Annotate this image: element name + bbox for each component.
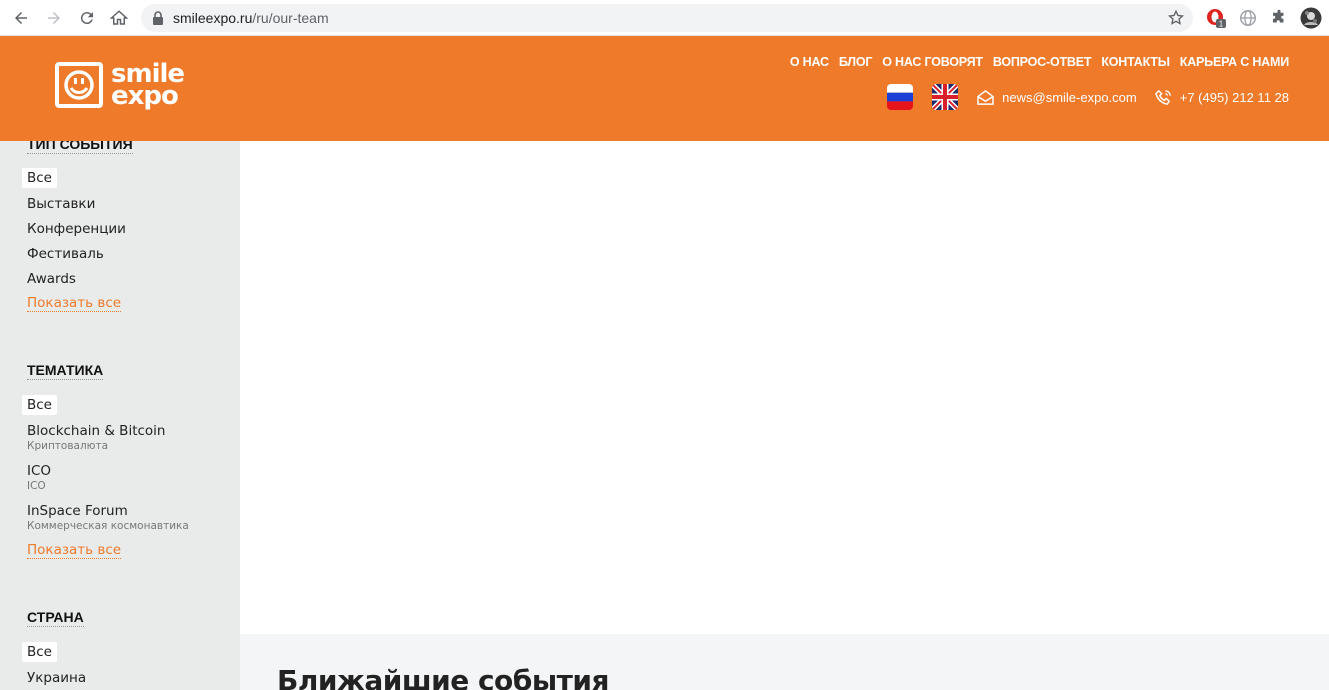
address-bar[interactable]: smileexpo.ru/ru/our-team bbox=[141, 4, 1193, 32]
forward-icon[interactable] bbox=[42, 6, 66, 30]
smiley-icon bbox=[55, 62, 103, 108]
phone-link[interactable]: +7 (495) 212 11 28 bbox=[1154, 89, 1289, 106]
russian-flag-icon[interactable] bbox=[887, 84, 914, 110]
filter-theme-blockchain-sub: Криптовалюта bbox=[27, 440, 109, 452]
filter-theme-blockchain[interactable]: Blockchain & Bitcoin bbox=[27, 423, 165, 439]
filter-title-theme: ТЕМАТИКА bbox=[27, 362, 104, 380]
nav-blog[interactable]: БЛОГ bbox=[839, 55, 873, 69]
upcoming-events-title: Ближайшие события bbox=[277, 664, 609, 690]
top-navigation: О НАС БЛОГ О НАС ГОВОРЯТ ВОПРОС-ОТВЕТ КО… bbox=[790, 55, 1289, 69]
main-content bbox=[240, 141, 1329, 690]
uk-flag-icon[interactable] bbox=[932, 84, 959, 110]
lock-icon bbox=[153, 11, 163, 25]
filter-type-all[interactable]: Все bbox=[22, 168, 57, 188]
filter-type-conferences[interactable]: Конференции bbox=[27, 221, 126, 237]
filter-type-exhibitions[interactable]: Выставки bbox=[27, 196, 95, 212]
contact-row: news@smile-expo.com +7 (495) 212 11 28 bbox=[887, 84, 1289, 110]
upcoming-events-section: Ближайшие события bbox=[240, 634, 1329, 690]
filter-theme-all[interactable]: Все bbox=[22, 395, 57, 415]
nav-testimonials[interactable]: О НАС ГОВОРЯТ bbox=[882, 55, 983, 69]
home-icon[interactable] bbox=[107, 6, 131, 30]
nav-contacts[interactable]: КОНТАКТЫ bbox=[1101, 55, 1170, 69]
filter-theme-ico[interactable]: ICO bbox=[27, 463, 51, 479]
filter-theme-inspace[interactable]: InSpace Forum bbox=[27, 503, 128, 519]
show-all-types-link[interactable]: Показать все bbox=[27, 296, 122, 312]
filter-title-event-type: ТИП СОБЫТИЯ bbox=[27, 141, 133, 154]
site-header: smile expo О НАС БЛОГ О НАС ГОВОРЯТ ВОПР… bbox=[0, 36, 1329, 141]
reload-icon[interactable] bbox=[75, 6, 99, 30]
email-link[interactable]: news@smile-expo.com bbox=[977, 89, 1137, 105]
avatar[interactable] bbox=[1300, 7, 1322, 29]
back-icon[interactable] bbox=[9, 6, 33, 30]
smile-expo-logo[interactable]: smile expo bbox=[55, 59, 185, 111]
nav-careers[interactable]: КАРЬЕРА С НАМИ bbox=[1180, 55, 1289, 69]
filter-type-awards[interactable]: Awards bbox=[27, 271, 76, 287]
browser-toolbar: smileexpo.ru/ru/our-team 1 bbox=[0, 0, 1329, 36]
nav-about[interactable]: О НАС bbox=[790, 55, 829, 69]
filter-theme-inspace-sub: Коммерческая космонавтика bbox=[27, 520, 189, 532]
show-all-themes-link[interactable]: Показать все bbox=[27, 543, 122, 559]
logo-text: smile expo bbox=[111, 59, 185, 111]
bookmark-star-icon[interactable] bbox=[1167, 9, 1185, 27]
envelope-icon bbox=[977, 89, 994, 105]
filter-type-festival[interactable]: Фестиваль bbox=[27, 246, 104, 262]
filter-title-country: СТРАНА bbox=[27, 609, 84, 627]
svg-text:1: 1 bbox=[1219, 20, 1224, 29]
url-text: smileexpo.ru/ru/our-team bbox=[173, 10, 329, 26]
opera-extension-icon[interactable]: 1 bbox=[1205, 7, 1227, 29]
nav-faq[interactable]: ВОПРОС-ОТВЕТ bbox=[993, 55, 1092, 69]
phone-icon bbox=[1154, 89, 1171, 105]
globe-icon[interactable] bbox=[1237, 7, 1259, 29]
filter-country-all[interactable]: Все bbox=[22, 642, 57, 662]
filter-country-ukraine[interactable]: Украина bbox=[27, 670, 86, 686]
filter-sidebar: ТИП СОБЫТИЯ Все Выставки Конференции Фес… bbox=[0, 141, 240, 690]
puzzle-icon[interactable] bbox=[1268, 7, 1290, 29]
filter-theme-ico-sub: ICO bbox=[27, 480, 46, 492]
